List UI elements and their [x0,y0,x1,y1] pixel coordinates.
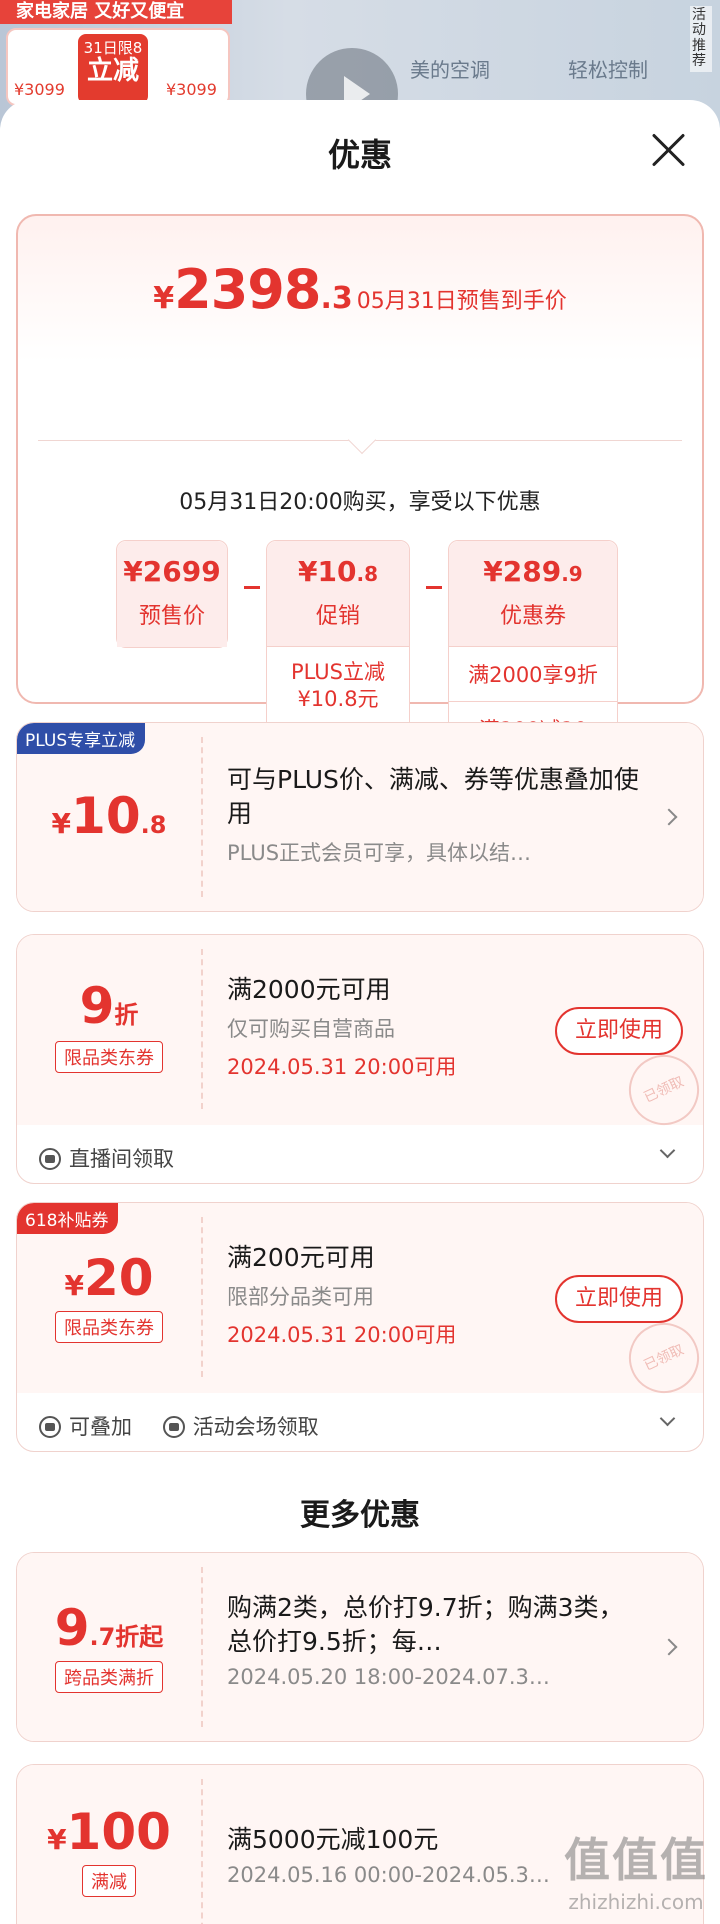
plus-description: PLUS正式会员可享，具体以结… [227,840,532,865]
watermark-sub: zhizhizhi.com [568,1890,704,1914]
offer-amount: 100 [66,1803,171,1861]
promo-amount: ¥10 [298,555,357,588]
ticket-icon [39,1148,61,1170]
coupon-label: 优惠券 [499,604,566,629]
ticket-icon [162,1416,185,1438]
coupon-amount-decimal: .9 [561,562,583,586]
coupon-title: 满200元可用 [227,1243,375,1272]
coupon-separator [201,1217,203,1377]
offer-value: 9 [54,1599,90,1657]
promo-amount-decimal: .8 [356,562,378,586]
coupon-type-tag: 限品类东券 [55,1311,163,1343]
more-offers-title: 更多优惠 [300,1498,420,1533]
background-text-mid: 美的空调 [410,58,490,82]
background-price-left: ¥3099 [14,80,65,99]
discount-value: 9 [79,977,115,1035]
presale-price-box: ¥2699 预售价 [116,540,228,648]
coupon-valid-time: 2024.05.31 20:00可用 [227,1054,457,1079]
use-now-button[interactable]: 立即使用 [555,1275,683,1323]
minus-sign [426,586,442,589]
promo-label: 促销 [315,604,360,629]
coupon-source: 直播间领取 [69,1147,174,1171]
minus-sign [244,586,260,589]
coupon-type-tag: 限品类东券 [55,1041,163,1073]
coupon-line: 满2000享9折 [449,646,617,701]
stack-icon [39,1416,61,1438]
coupon-source: 活动会场领取 [192,1415,319,1439]
plus-badge: PLUS专享立减 [17,723,146,754]
watermark-main: 值值值 [564,1833,708,1887]
coupon-title: 满2000元可用 [227,975,391,1004]
use-now-button[interactable]: 立即使用 [555,1007,683,1055]
discount-sheet: 优惠 ¥2398.3 05月31日预售到手价 05月31日20:00购买，享受以下… [0,100,720,1924]
plus-discount-card[interactable]: PLUS专享立减 ¥10.8 可与PLUS价、满减、券等优惠叠加使用 PLUS正… [16,722,704,912]
close-icon[interactable] [648,130,688,170]
coupon-separator [201,737,203,897]
summary-notch [347,425,377,455]
final-price-decimal: .3 [320,281,353,316]
offer-valid-time: 2024.05.20 18:00-2024.07.3… [227,1664,550,1689]
cross-category-offer-card[interactable]: 9.7折起 跨品类满折 购满2类，总价打9.7折；购满3类，总价打9.5折；每…… [16,1552,704,1742]
coupon-amount: ¥289 [483,555,562,588]
summary-subtitle: 05月31日20:00购买，享受以下优惠 [179,490,541,515]
background-badge-main: 立减 [86,55,139,86]
background-banner: 家电家居 又好又便宜 [0,0,232,24]
sheet-title: 优惠 [327,136,392,174]
plus-yen: ¥ [51,807,72,840]
offer-yen: ¥ [47,1823,67,1856]
offer-title: 购满2类，总价打9.7折；购满3类，总价打9.5折；每… [227,1593,624,1656]
offer-type-tag: 满减 [82,1865,136,1897]
price-summary-card: ¥2398.3 05月31日预售到手价 05月31日20:00购买，享受以下优惠 … [16,214,704,774]
subsidy-coupon-card: 618补贴券 ¥20 限品类东券 满200元可用 限部分品类可用 2024.05… [16,1202,704,1452]
background-badge: 31日限8 立减 [78,34,148,104]
coupon-amount: 20 [83,1249,154,1307]
promo-line: PLUS立减 [290,660,386,684]
background-price-right: ¥3099 [166,80,217,99]
discount-coupon-card: 9折 限品类东券 满2000元可用 仅可购买自营商品 2024.05.31 20… [16,934,704,1184]
discount-suffix: 折 [114,1001,139,1029]
coupon-separator [201,1567,203,1727]
background-text-right: 轻松控制 [568,58,648,82]
plus-title: 可与PLUS价、满减、券等优惠叠加使用 [227,765,639,828]
coupon-valid-time: 2024.05.31 20:00可用 [227,1322,457,1347]
presale-amount: ¥2699 [123,555,221,588]
final-price: ¥2398.3 05月31日预售到手价 [18,258,702,321]
plus-amount-decimal: .8 [140,811,167,839]
promo-line: ¥10.8元 [297,687,379,712]
coupon-separator [201,1779,203,1924]
background-badge-top: 31日限8 [83,39,143,57]
background-side-label: 活动推荐 [690,6,712,72]
coupon-yen: ¥ [64,1269,84,1302]
offer-suffix: .7折起 [89,1623,164,1651]
plus-amount: 10 [71,787,141,845]
coupon-separator [201,949,203,1109]
promo-box: ¥10.8 促销 PLUS立减 ¥10.8元 [266,540,410,738]
presale-label: 预售价 [138,604,205,629]
subsidy-badge: 618补贴券 [17,1203,119,1234]
final-price-integer: 2398 [174,258,321,321]
offer-type-tag: 跨品类满折 [55,1661,163,1693]
coupon-stackable: 可叠加 [69,1415,132,1439]
final-price-yen: ¥ [153,281,175,316]
site-watermark: 值值值 zhizhizhi.com [564,1824,708,1914]
final-price-description: 05月31日预售到手价 [356,289,567,314]
